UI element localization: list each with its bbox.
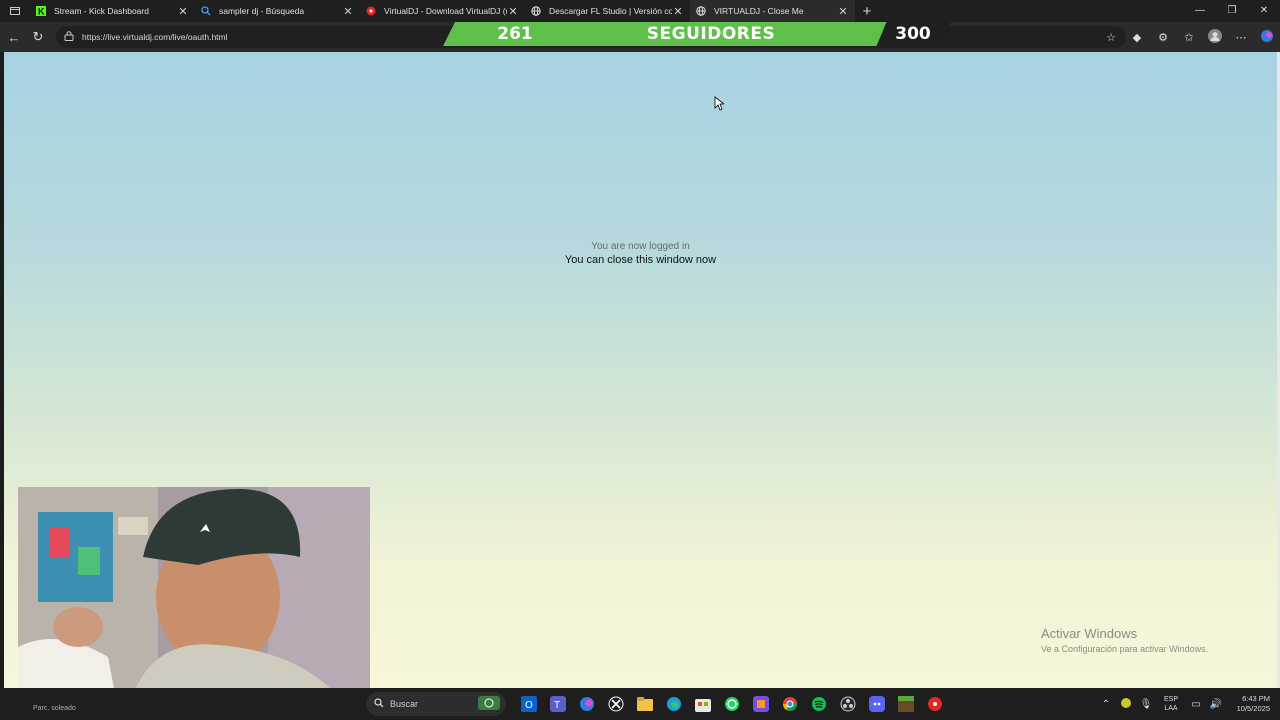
record-icon xyxy=(366,6,376,16)
tab-virtualdj-close-me[interactable]: VIRTUALDJ - Close Me ✕ xyxy=(690,0,855,22)
close-window-text: You can close this window now xyxy=(564,254,717,266)
followers-label: SEGUIDORES xyxy=(646,24,776,44)
tab-title: sampler dj - Búsqueda xyxy=(219,6,305,16)
language-code: ESP xyxy=(1163,696,1178,703)
refresh-button[interactable]: ↻ xyxy=(26,25,50,49)
xbox-icon[interactable] xyxy=(601,692,630,716)
favorite-star-icon[interactable]: ☆ xyxy=(1098,31,1124,44)
search-highlight-icon xyxy=(478,696,500,712)
tab-close-icon[interactable]: ✕ xyxy=(507,5,519,18)
activate-windows-subtitle: Ve a Configuración para activar Windows. xyxy=(1041,644,1209,654)
search-placeholder: Buscar xyxy=(390,699,419,709)
globe-icon xyxy=(531,6,541,16)
discord-icon[interactable] xyxy=(862,692,891,716)
tab-close-icon[interactable]: ✕ xyxy=(672,5,684,18)
tab-close-icon[interactable]: ✕ xyxy=(837,5,849,18)
teams-icon[interactable]: T xyxy=(543,692,572,716)
extension-icon[interactable]: ◆ xyxy=(1124,31,1150,44)
taskbar-apps: O T xyxy=(514,692,949,716)
clock[interactable]: 6:43 PM 10/5/2025 xyxy=(1226,694,1280,714)
current-followers-count: 261 xyxy=(497,24,533,44)
minecraft-icon[interactable] xyxy=(891,692,920,716)
login-status-text: You are now logged in xyxy=(591,241,690,252)
taskbar-search[interactable]: Buscar xyxy=(366,692,506,716)
clock-date: 10/5/2025 xyxy=(1236,704,1270,713)
tab-title: VirtualDJ - Download VirtualDJ (u xyxy=(384,6,507,16)
more-menu-icon[interactable]: ⋯ xyxy=(1228,31,1254,44)
extensions-puzzle-icon[interactable]: ⚙ xyxy=(1150,31,1176,44)
back-button[interactable]: ← xyxy=(2,25,26,49)
svg-text:K: K xyxy=(38,7,45,17)
toolbar-right: ☆ ◆ ⚙ ✩ ⋯ xyxy=(1098,22,1280,52)
store-icon[interactable] xyxy=(688,692,717,716)
site-info-icon xyxy=(64,31,76,43)
svg-text:O: O xyxy=(525,700,533,711)
activate-windows-title: Activar Windows xyxy=(1041,626,1138,641)
search-icon xyxy=(201,6,211,16)
favorites-icon[interactable]: ✩ xyxy=(1176,31,1202,44)
followers-goal-count: 300 xyxy=(895,24,931,44)
url-text: https://live.virtualdj.com/live/oauth.ht… xyxy=(82,32,228,42)
svg-text:T: T xyxy=(554,700,560,711)
copilot-icon[interactable] xyxy=(1254,29,1280,46)
spotify-icon[interactable] xyxy=(804,692,833,716)
tab-title: Descargar FL Studio | Versión com xyxy=(549,6,672,16)
refresh-icon: ↻ xyxy=(32,29,44,44)
virtualdj-icon[interactable] xyxy=(920,692,949,716)
whatsapp-icon[interactable] xyxy=(717,692,746,716)
clock-time: 6:43 PM xyxy=(1242,694,1270,703)
obs-icon[interactable] xyxy=(833,692,862,716)
weather-widget[interactable]: Parc. soleado xyxy=(33,705,76,712)
keyboard-layout: LAA xyxy=(1164,705,1178,712)
tab-strip: K Stream - Kick Dashboard ✕ sampler dj -… xyxy=(0,0,1280,22)
app-icon[interactable] xyxy=(746,692,775,716)
chrome-icon[interactable] xyxy=(775,692,804,716)
minimize-icon[interactable]: — xyxy=(1184,0,1216,22)
restore-icon[interactable]: ❐ xyxy=(1216,0,1248,22)
tab-virtualdj-download[interactable]: VirtualDJ - Download VirtualDJ (u ✕ xyxy=(360,0,525,22)
tab-actions-icon xyxy=(10,7,20,15)
tab-kick[interactable]: K Stream - Kick Dashboard ✕ xyxy=(30,0,195,22)
network-icon[interactable]: ▭ xyxy=(1186,699,1206,710)
tab-title: Stream - Kick Dashboard xyxy=(54,6,149,16)
tab-search[interactable]: sampler dj - Búsqueda ✕ xyxy=(195,0,360,22)
copilot-app-icon[interactable] xyxy=(572,692,601,716)
volume-icon[interactable]: 🔊 xyxy=(1206,699,1226,710)
language-indicator[interactable]: ESP LAA xyxy=(1156,695,1186,713)
file-explorer-icon[interactable] xyxy=(630,692,659,716)
webcam-image xyxy=(18,487,370,709)
back-arrow-icon: ← xyxy=(7,29,21,45)
microphone-icon[interactable]: 🎙 xyxy=(1136,699,1156,710)
tab-title: VIRTUALDJ - Close Me xyxy=(714,6,804,16)
taskbar: Parc. soleado Buscar O T ⌃ 🎙 ESP LAA ▭ 🔊… xyxy=(0,688,1280,720)
tab-fl-studio[interactable]: Descargar FL Studio | Versión com ✕ xyxy=(525,0,690,22)
tray-app-icon[interactable] xyxy=(1116,697,1136,711)
mouse-cursor-icon xyxy=(714,96,726,116)
tab-close-icon[interactable]: ✕ xyxy=(177,5,189,18)
edge-icon[interactable] xyxy=(659,692,688,716)
outlook-icon[interactable]: O xyxy=(514,692,543,716)
webcam-feed xyxy=(18,487,370,709)
activate-windows-watermark: Activar Windows Ve a Configuración para … xyxy=(1041,626,1208,654)
new-tab-button[interactable]: + xyxy=(855,3,879,20)
system-tray: ⌃ 🎙 ESP LAA ▭ 🔊 6:43 PM 10/5/2025 xyxy=(1096,688,1280,720)
window-controls: — ❐ ✕ xyxy=(1184,0,1280,22)
tab-close-icon[interactable]: ✕ xyxy=(342,5,354,18)
show-hidden-icons-icon[interactable]: ⌃ xyxy=(1096,699,1116,710)
globe-icon xyxy=(696,6,706,16)
close-icon[interactable]: ✕ xyxy=(1248,0,1280,22)
followers-goal-overlay: 261 SEGUIDORES 300 xyxy=(443,22,960,46)
kick-icon: K xyxy=(36,6,46,16)
tab-actions-button[interactable] xyxy=(0,0,30,22)
profile-avatar-icon[interactable] xyxy=(1202,28,1228,46)
search-icon xyxy=(374,698,384,710)
